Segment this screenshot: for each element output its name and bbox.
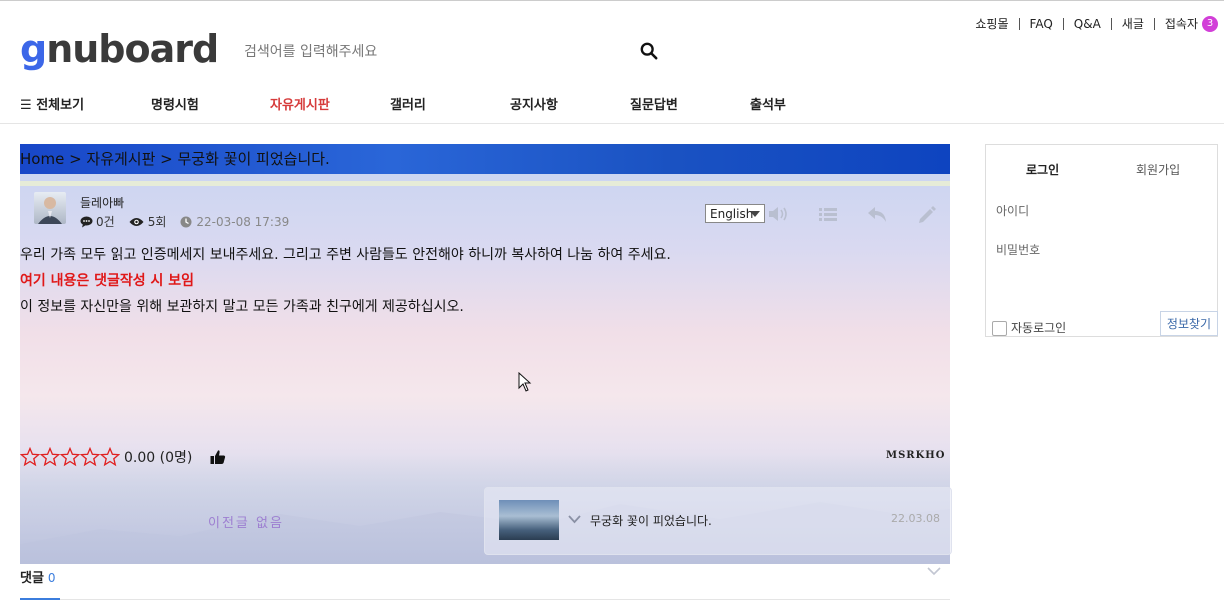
star-icon <box>39 447 61 467</box>
top-link-qa[interactable]: Q&A <box>1074 17 1101 31</box>
login-box: 로그인 회원가입 아이디 비밀번호 자동로그인 정보찾기 <box>985 144 1218 337</box>
view-count: 5회 <box>129 213 167 230</box>
next-post-title[interactable]: 무궁화 꽃이 피었습니다. <box>590 512 712 529</box>
speaker-icon[interactable] <box>768 206 790 222</box>
search-icon[interactable] <box>640 42 658 60</box>
search-input[interactable]: 검색어를 입력해주세요 <box>244 41 377 61</box>
prev-post: 이전글 없음 <box>208 516 284 531</box>
star-icon <box>20 447 41 467</box>
nav-item-qna[interactable]: 질문답변 <box>630 94 678 113</box>
list-icon[interactable] <box>819 207 837 222</box>
signature-image: MSRKHO <box>886 450 946 461</box>
top-link-shop[interactable]: 쇼핑몰 <box>975 15 1008 32</box>
nav-item-command-test[interactable]: 명령시험 <box>151 94 199 113</box>
content-line-3: 이 정보를 자신만을 위해 보관하지 말고 모든 가족과 친구에게 제공하십시오… <box>20 299 464 315</box>
empty-stars <box>20 447 120 467</box>
tab-login[interactable]: 로그인 <box>1026 161 1059 178</box>
content-line-hidden-notice: 여기 내용은 댓글작성 시 보임 <box>20 273 195 289</box>
comments-count: 0 <box>47 571 56 585</box>
all-menu-button[interactable]: ☰ 전체보기 <box>20 94 84 113</box>
header-divider <box>0 123 1224 124</box>
post-content: 우리 가족 모두 읽고 인증메세지 보내주세요. 그리고 주변 사람들도 안전해… <box>20 242 671 320</box>
nav-item-free-board[interactable]: 자유게시판 <box>270 94 330 113</box>
site-logo[interactable]: gnuboard <box>20 27 219 71</box>
nav-item-attendance[interactable]: 출석부 <box>750 94 786 113</box>
view-count-label: 5회 <box>147 215 167 229</box>
star-icon <box>99 447 120 467</box>
star-icon <box>79 447 101 467</box>
mouse-cursor-icon <box>518 372 532 392</box>
comment-icon <box>80 216 93 227</box>
comments-label: 댓글 <box>20 571 44 586</box>
comments-divider <box>20 599 950 600</box>
comments-active-underline <box>20 598 60 600</box>
nav-item-gallery[interactable]: 갤러리 <box>390 94 426 113</box>
star-icon <box>59 447 81 467</box>
rating-value: 0.00 (0명) <box>124 450 193 466</box>
next-post-thumbnail[interactable] <box>499 500 559 540</box>
rating: 0.00 (0명) <box>20 447 226 467</box>
visitor-count-badge: 3 <box>1202 15 1218 32</box>
auto-login-label[interactable]: 자동로그인 <box>1011 319 1066 336</box>
top-link-faq[interactable]: FAQ <box>1030 17 1053 31</box>
breadcrumb: Home > 자유게시판 > 무궁화 꽃이 피었습니다. <box>20 144 950 174</box>
reply-icon[interactable] <box>868 207 887 222</box>
language-select[interactable]: English <box>705 204 765 223</box>
thumbs-up-icon[interactable] <box>210 449 226 465</box>
content-line-1: 우리 가족 모두 읽고 인증메세지 보내주세요. 그리고 주변 사람들도 안전해… <box>20 247 671 263</box>
star-rating[interactable] <box>20 447 120 467</box>
chevron-down-icon <box>568 515 581 524</box>
top-link-new[interactable]: 새글 <box>1122 15 1144 32</box>
logo-g: g <box>20 27 47 71</box>
top-link-visitors[interactable]: 접속자 <box>1165 15 1198 32</box>
comments-tab[interactable]: 댓글 0 <box>20 567 56 586</box>
tab-join[interactable]: 회원가입 <box>1136 161 1180 178</box>
password-field[interactable]: 비밀번호 <box>996 241 1040 258</box>
logo-rest: nuboard <box>46 27 219 71</box>
person-icon <box>38 197 62 224</box>
auto-login-checkbox[interactable] <box>992 321 1007 336</box>
post-date-label: 22-03-08 17:39 <box>196 214 290 229</box>
decor-strip <box>20 181 950 186</box>
all-menu-label: 전체보기 <box>36 98 85 113</box>
top-links: 쇼핑몰 FAQ Q&A 새글 접속자 3 <box>975 15 1218 32</box>
post-meta: 0건 5회 22-03-08 17:39 <box>80 213 303 230</box>
language-select-value: English <box>710 207 754 221</box>
post-date: 22-03-08 17:39 <box>180 215 289 229</box>
avatar[interactable] <box>34 192 66 224</box>
comments-toggle-icon[interactable] <box>927 567 941 576</box>
edit-icon[interactable] <box>918 206 936 224</box>
eye-icon <box>129 217 144 226</box>
comment-count: 0건 <box>80 213 115 230</box>
nav-item-notice[interactable]: 공지사항 <box>510 94 558 113</box>
id-field[interactable]: 아이디 <box>996 202 1029 219</box>
next-post-date: 22.03.08 <box>891 512 940 525</box>
find-info-button[interactable]: 정보찾기 <box>1160 311 1218 336</box>
author-name[interactable]: 들레아빠 <box>80 194 124 211</box>
clock-icon <box>180 216 192 227</box>
hamburger-icon: ☰ <box>20 98 32 113</box>
comment-count-label: 0건 <box>96 215 115 229</box>
